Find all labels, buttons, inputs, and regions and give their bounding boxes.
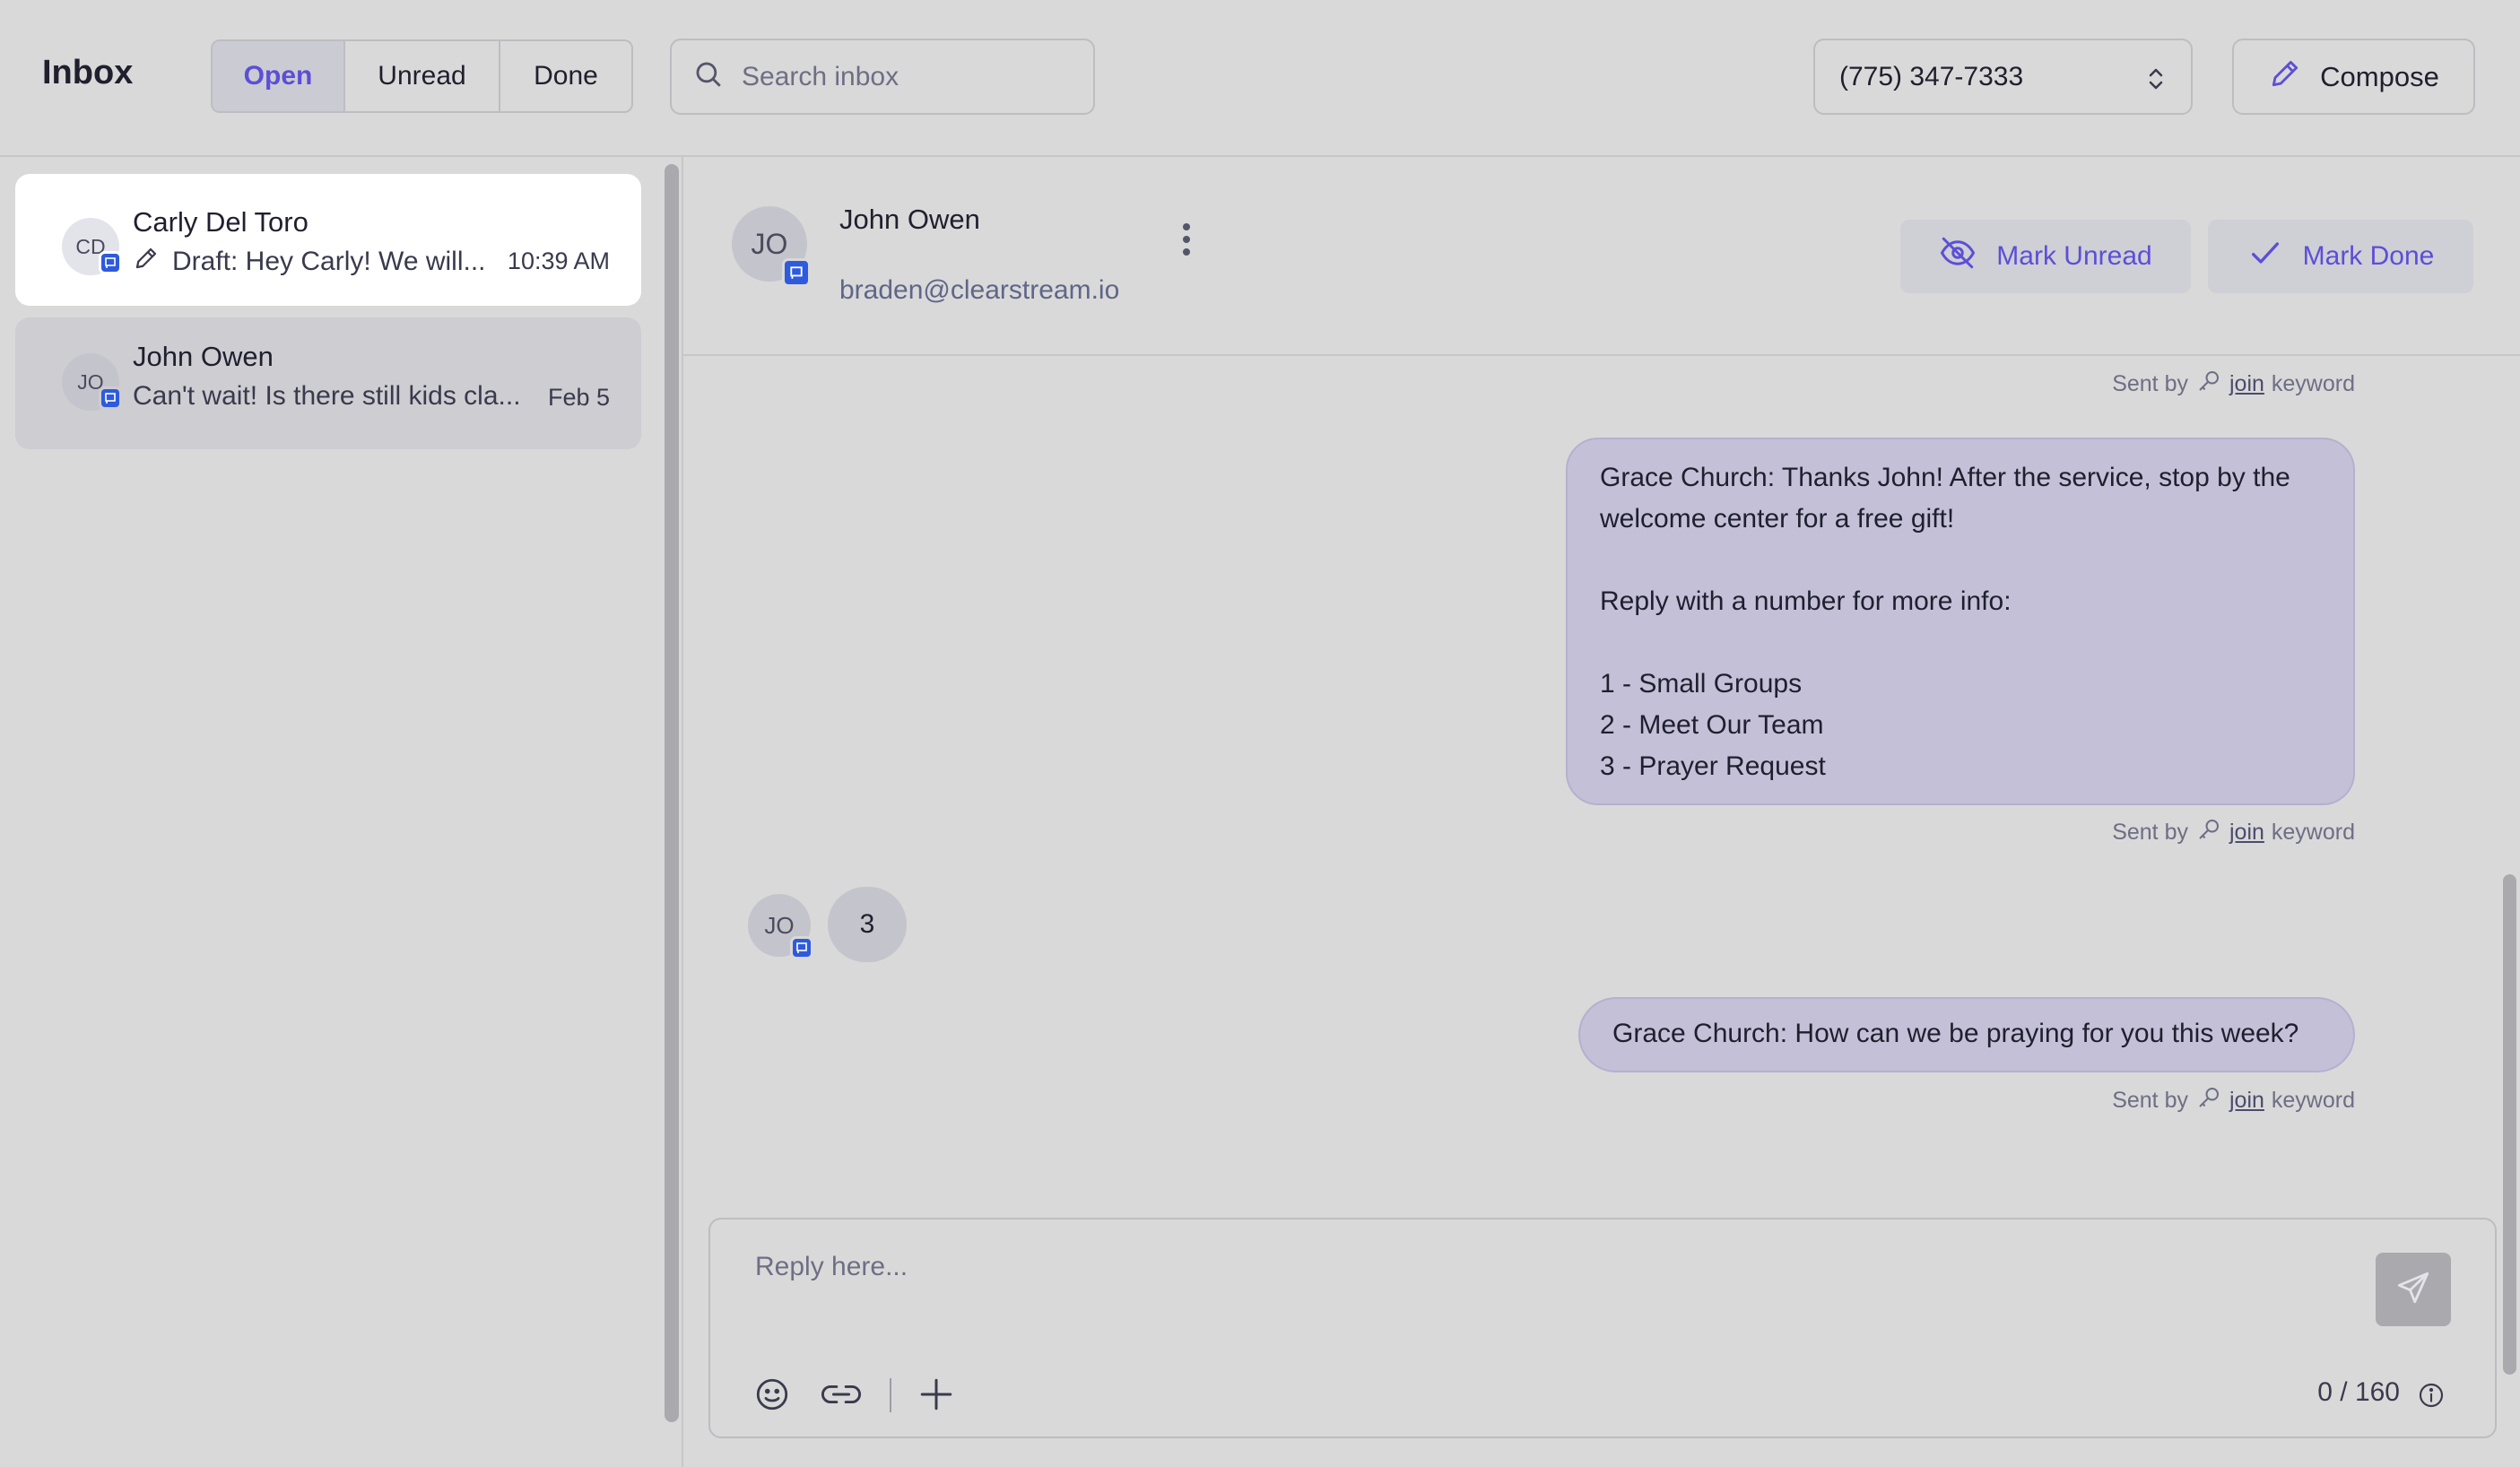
message-badge-icon [99,251,122,274]
message-badge-icon [790,936,813,959]
emoji-icon[interactable] [753,1376,791,1413]
sent-by-label: Sent by join keyword [2112,368,2355,401]
compose-button[interactable]: Compose [2232,39,2475,115]
conversation-name: John Owen [133,341,274,372]
contact-email: braden@clearstream.io [839,275,1120,305]
conversation-time: 10:39 AM [507,247,610,274]
conversation-item[interactable]: JO John Owen Can't wait! Is there still … [15,317,641,449]
filter-open-button[interactable]: Open [213,41,345,111]
eye-off-icon [1939,234,1977,279]
sent-by-label: Sent by join keyword [2112,1084,2355,1117]
conversation-preview: Can't wait! Is there still kids cla... [133,381,521,412]
more-options-icon[interactable] [1178,220,1195,264]
mark-unread-label: Mark Unread [1996,241,2152,271]
message-badge-icon [782,258,811,287]
mark-done-label: Mark Done [2302,241,2435,271]
page-title: Inbox [42,54,134,91]
toolbar-divider [890,1378,891,1412]
incoming-message: 3 [828,887,907,962]
link-icon[interactable] [820,1376,863,1413]
conversation-list: CD Carly Del Toro Draft: Hey Carly! We w… [0,157,659,1467]
compose-label: Compose [2320,60,2439,92]
contact-header: JO John Owen braden@clearstream.io Mark … [683,157,2520,356]
contact-name: John Owen [839,204,980,235]
reply-composer: 0 / 160 [708,1218,2497,1438]
checkmark-icon [2247,235,2283,278]
status-filter-group: Open Unread Done [211,39,633,113]
pencil-icon [2268,56,2302,98]
key-icon [2195,368,2222,401]
key-icon [2195,816,2222,849]
filter-done-button[interactable]: Done [500,41,631,111]
keyword-link[interactable]: join [2229,820,2264,846]
top-header: Inbox Open Unread Done (775) 347-7333 Co… [0,0,2520,157]
send-button[interactable] [2376,1253,2451,1326]
conversation-time: Feb 5 [547,384,610,411]
conversation-preview: Draft: Hey Carly! We will... [133,245,486,279]
phone-number-value: (775) 347-7333 [1839,61,2024,91]
conversation-scrollbar[interactable] [2503,874,2516,1375]
filter-unread-button[interactable]: Unread [345,41,500,111]
keyword-link[interactable]: join [2229,371,2264,397]
sent-by-label: Sent by join keyword [2112,816,2355,849]
preview-text: Draft: Hey Carly! We will... [172,247,486,276]
search-input[interactable] [742,61,1082,92]
preview-text: Can't wait! Is there still kids cla... [133,381,521,411]
pencil-icon [133,245,160,279]
conversation-name: Carly Del Toro [133,206,308,238]
mark-unread-button[interactable]: Mark Unread [1900,220,2191,293]
search-box[interactable] [670,39,1095,115]
phone-number-select[interactable]: (775) 347-7333 [1813,39,2193,115]
plus-icon[interactable] [917,1376,955,1413]
key-icon [2195,1084,2222,1117]
reply-input[interactable] [755,1252,2280,1306]
outgoing-message: Grace Church: Thanks John! After the ser… [1566,438,2355,805]
info-icon[interactable] [2417,1381,2446,1414]
mark-done-button[interactable]: Mark Done [2208,220,2473,293]
message-badge-icon [99,386,122,410]
character-count: 0 / 160 [2317,1377,2400,1407]
sidebar-scrollbar[interactable] [665,164,679,1422]
updown-chevron-icon [2146,65,2166,100]
send-icon [2394,1269,2432,1311]
search-icon [693,59,724,94]
outgoing-message: Grace Church: How can we be praying for … [1578,997,2355,1072]
keyword-link[interactable]: join [2229,1088,2264,1114]
conversation-item[interactable]: CD Carly Del Toro Draft: Hey Carly! We w… [15,174,641,306]
